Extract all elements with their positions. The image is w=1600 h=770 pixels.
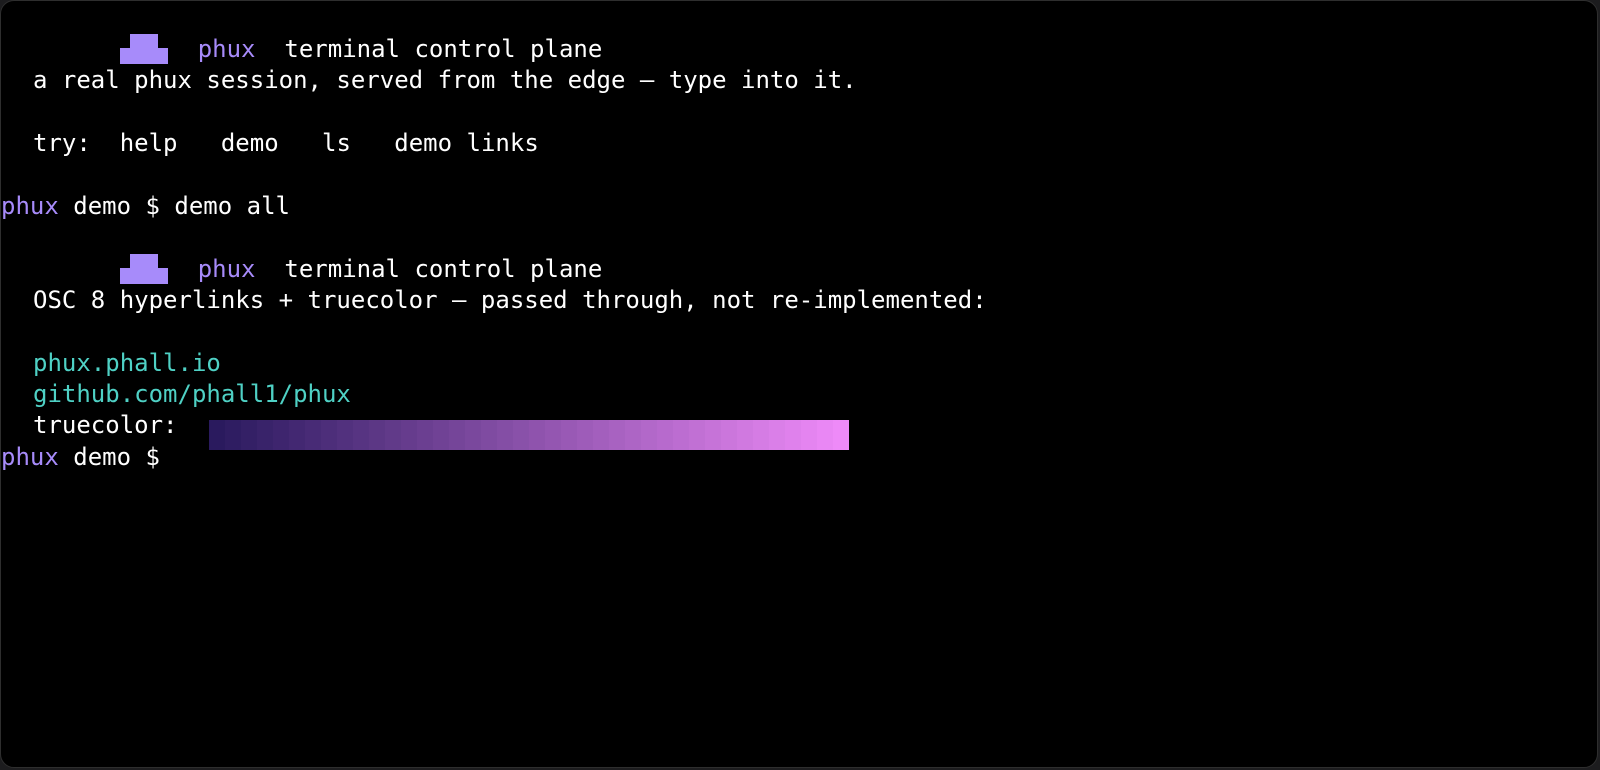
- link-github[interactable]: github.com/phall1/phux: [33, 378, 351, 410]
- truecolor-label: truecolor:: [33, 411, 178, 439]
- gradient-cell: [481, 420, 497, 450]
- truecolor-gradient-bar: [209, 420, 849, 450]
- gradient-cell: [705, 420, 721, 450]
- gradient-cell: [465, 420, 481, 450]
- tagline: terminal control plane: [284, 35, 603, 63]
- prompt-path: demo $: [58, 443, 175, 471]
- gradient-cell: [641, 420, 657, 450]
- gradient-cell: [577, 420, 593, 450]
- gradient-cell: [321, 420, 337, 450]
- gradient-cell: [689, 420, 705, 450]
- gradient-cell: [513, 420, 529, 450]
- prompt-user: phux: [1, 443, 59, 471]
- gradient-cell: [769, 420, 785, 450]
- gradient-cell: [817, 420, 833, 450]
- gradient-cell: [273, 420, 289, 450]
- prompt-line: phux demo $ demo all: [1, 190, 290, 222]
- prompt-line[interactable]: phux demo $: [1, 441, 174, 473]
- gradient-cell: [497, 420, 513, 450]
- banner-line: phux terminal control plane: [33, 221, 602, 284]
- gradient-cell: [209, 420, 225, 450]
- gradient-cell: [545, 420, 561, 450]
- gradient-cell: [593, 420, 609, 450]
- banner-line: phux terminal control plane: [33, 1, 602, 64]
- gradient-cell: [625, 420, 641, 450]
- gradient-cell: [401, 420, 417, 450]
- gradient-cell: [785, 420, 801, 450]
- gradient-cell: [833, 420, 849, 450]
- link-phux-site[interactable]: phux.phall.io: [33, 347, 221, 379]
- gradient-cell: [337, 420, 353, 450]
- gradient-cell: [289, 420, 305, 450]
- brand-name: phux: [197, 35, 256, 63]
- phux-logo-icon: [119, 34, 168, 64]
- gradient-cell: [529, 420, 545, 450]
- gradient-cell: [737, 420, 753, 450]
- gradient-cell: [257, 420, 273, 450]
- try-command-help[interactable]: help: [120, 129, 178, 157]
- try-command-ls[interactable]: ls: [322, 129, 351, 157]
- terminal-window[interactable]: phux terminal control plane a real phux …: [0, 0, 1598, 768]
- gradient-cell: [417, 420, 433, 450]
- gradient-cell: [609, 420, 625, 450]
- gradient-cell: [305, 420, 321, 450]
- prompt-command: demo all: [174, 192, 290, 220]
- gradient-cell: [449, 420, 465, 450]
- gradient-cell: [657, 420, 673, 450]
- gradient-cell: [433, 420, 449, 450]
- terminal-screen[interactable]: phux terminal control plane a real phux …: [1, 1, 1597, 767]
- tagline: terminal control plane: [284, 255, 603, 283]
- try-command-demo[interactable]: demo: [221, 129, 279, 157]
- osc-description: OSC 8 hyperlinks + truecolor — passed th…: [33, 286, 987, 314]
- gradient-cell: [225, 420, 241, 450]
- gradient-cell: [353, 420, 369, 450]
- gradient-cell: [561, 420, 577, 450]
- try-line: try: help demo ls demo links: [33, 127, 539, 159]
- prompt-user: phux: [1, 192, 59, 220]
- phux-logo-icon: [119, 254, 168, 284]
- gradient-cell: [241, 420, 257, 450]
- try-label: try:: [33, 129, 91, 157]
- gradient-cell: [673, 420, 689, 450]
- prompt-path: demo $: [58, 192, 175, 220]
- brand-name: phux: [197, 255, 256, 283]
- intro-text: a real phux session, served from the edg…: [33, 66, 857, 94]
- try-command-demo-links[interactable]: demo links: [394, 129, 539, 157]
- gradient-cell: [721, 420, 737, 450]
- gradient-cell: [385, 420, 401, 450]
- gradient-cell: [753, 420, 769, 450]
- gradient-cell: [369, 420, 385, 450]
- gradient-cell: [801, 420, 817, 450]
